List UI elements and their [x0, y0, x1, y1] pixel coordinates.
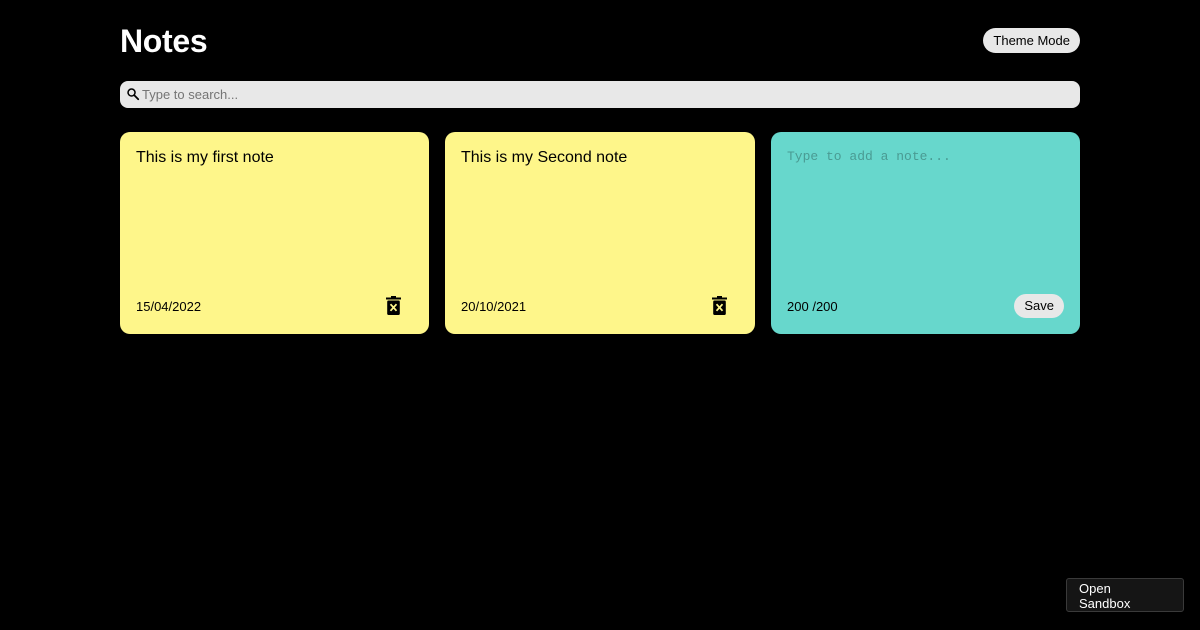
note-card: This is my Second note 20/10/2021 [445, 132, 755, 334]
open-sandbox-line2: Sandbox [1079, 596, 1131, 611]
delete-icon[interactable] [712, 296, 727, 315]
search-input[interactable] [142, 81, 1072, 108]
header: Notes Theme Mode [120, 20, 1080, 62]
note-card: This is my first note 15/04/2022 [120, 132, 429, 334]
note-date: 20/10/2021 [461, 299, 527, 314]
char-limit: /200 [812, 299, 838, 314]
note-date: 15/04/2022 [136, 299, 202, 314]
search-icon [127, 88, 140, 101]
open-sandbox-button[interactable]: Open Sandbox [1066, 578, 1184, 612]
note-text: This is my first note [136, 149, 274, 166]
new-note-card: 200 /200 Save [771, 132, 1080, 334]
note-text: This is my Second note [461, 149, 628, 166]
save-button[interactable]: Save [1014, 294, 1064, 318]
note-footer: 15/04/2022 [136, 294, 413, 318]
new-note-textarea[interactable] [787, 148, 1063, 278]
delete-icon[interactable] [386, 296, 401, 315]
theme-mode-button[interactable]: Theme Mode [983, 28, 1080, 53]
notes-list: This is my first note 15/04/2022 This is… [120, 132, 1080, 334]
chars-remaining: 200 [787, 299, 809, 314]
char-count: 200 /200 [787, 299, 838, 314]
open-sandbox-line1: Open [1079, 581, 1111, 596]
page-title: Notes [120, 23, 208, 59]
search-bar [120, 81, 1080, 108]
note-footer: 20/10/2021 [461, 294, 739, 318]
new-note-footer: 200 /200 Save [787, 294, 1064, 318]
